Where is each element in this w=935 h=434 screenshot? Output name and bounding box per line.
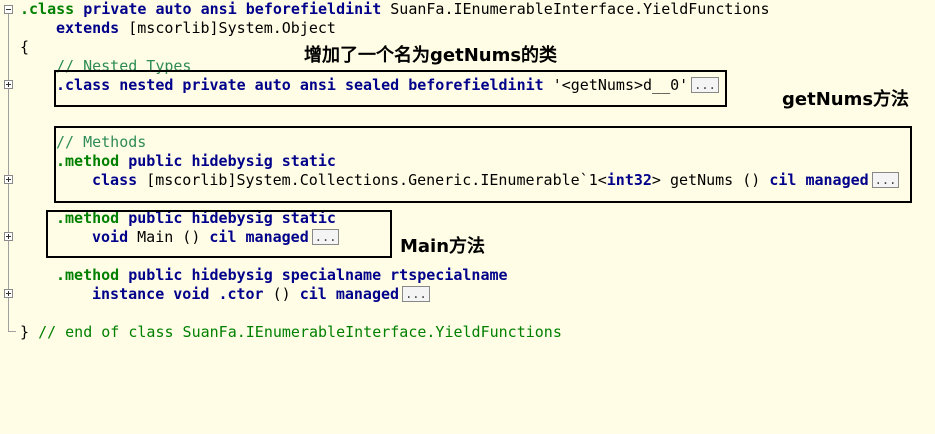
extends-line: extends [mscorlib]System.Object xyxy=(56,19,336,38)
main-highlight-box xyxy=(46,210,392,258)
ctor-collapsed-button[interactable]: ... xyxy=(402,286,430,302)
open-brace: { xyxy=(20,38,30,56)
ctor-name: .ctor xyxy=(218,285,264,303)
ctor-method-head: .method public hidebysig specialname rts… xyxy=(56,266,508,285)
end-class-comment: // end of class SuanFa.IEnumerableInterf… xyxy=(38,323,562,341)
expand-nested-class-icon[interactable] xyxy=(4,80,13,89)
class-close-line: } // end of class SuanFa.IEnumerableInte… xyxy=(20,323,562,342)
ctor-method-signature: instance void .ctor () cil managed... xyxy=(92,285,430,304)
nested-type-highlight-box xyxy=(54,70,727,107)
close-brace: } xyxy=(20,323,30,341)
getnums-annotation: getNums方法 xyxy=(782,89,910,110)
getnums-highlight-box xyxy=(54,126,912,203)
class-modifiers: private auto ansi beforefieldinit xyxy=(83,0,382,18)
class-name: SuanFa.IEnumerableInterface.YieldFunctio… xyxy=(390,0,770,18)
main-annotation: Main方法 xyxy=(400,236,486,257)
class-keyword: .class xyxy=(20,0,75,18)
method-modifiers: public hidebysig specialname rtspecialna… xyxy=(128,266,508,284)
method-keyword: .method xyxy=(56,266,120,284)
cil-managed-keyword: cil managed xyxy=(299,285,400,303)
ctor-parens: () xyxy=(272,285,291,303)
expand-getnums-icon[interactable] xyxy=(4,175,13,184)
instance-void-keyword: instance void xyxy=(92,285,210,303)
extends-keyword: extends xyxy=(56,19,120,37)
collapse-class-icon[interactable] xyxy=(4,5,13,14)
tree-guide-end xyxy=(8,331,16,332)
expand-main-icon[interactable] xyxy=(4,232,13,241)
tree-guide-line xyxy=(8,14,9,332)
expand-ctor-icon[interactable] xyxy=(4,289,13,298)
class-declaration: .class private auto ansi beforefieldinit… xyxy=(20,0,770,19)
base-type: [mscorlib]System.Object xyxy=(128,19,336,37)
nested-type-annotation: 增加了一个名为getNums的类 xyxy=(304,45,558,66)
